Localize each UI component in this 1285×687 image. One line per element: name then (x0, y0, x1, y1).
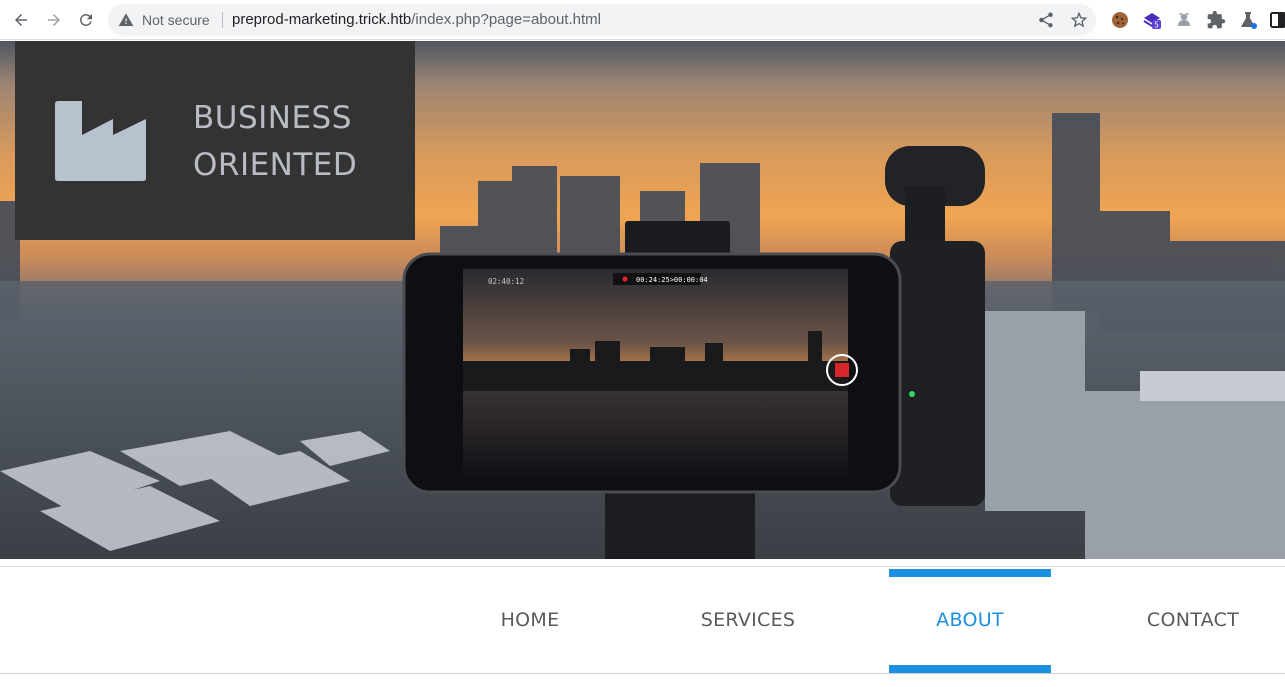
cookie-extension-icon[interactable] (1110, 10, 1130, 30)
extension-badge: 5 (1154, 21, 1159, 30)
sidepanel-icon[interactable] (1268, 10, 1285, 30)
phone-remaining-time: 02:40:12 (488, 277, 524, 286)
omnibox-divider (222, 12, 223, 28)
url-host: preprod-marketing.trick.htb (232, 11, 412, 28)
nav-about-label: ABOUT (936, 609, 1004, 631)
nav-contact-label: CONTACT (1146, 609, 1240, 631)
nav-home-label: HOME (500, 609, 560, 631)
warning-triangle-icon (118, 13, 134, 26)
address-bar[interactable]: Not secure preprod-marketing.trick.htb/i… (108, 4, 1096, 36)
phone-record-timer: 00:24:25>00:00:04 (636, 276, 708, 284)
bookmark-star-icon[interactable] (1069, 10, 1089, 30)
security-status[interactable]: Not secure (142, 11, 210, 29)
wappalyzer-extension-icon[interactable]: 5 (1142, 10, 1162, 30)
url-text[interactable]: preprod-marketing.trick.htb/index.php?pa… (232, 11, 601, 29)
arrow-left-icon (15, 14, 27, 26)
logo-text: BUSINESS ORIENTED (193, 95, 357, 189)
share-icon[interactable] (1037, 11, 1055, 29)
main-navigation: HOME SERVICES ABOUT CONTACT (0, 566, 1285, 674)
nav-contact[interactable]: CONTACT (1120, 567, 1266, 673)
reload-button[interactable] (74, 8, 98, 32)
url-path: /index.php?page=about.html (411, 11, 601, 28)
reload-icon (79, 13, 92, 26)
nav-about[interactable]: ABOUT (889, 567, 1051, 673)
nav-services[interactable]: SERVICES (678, 567, 818, 673)
puzzle-extensions-icon[interactable] (1206, 10, 1226, 30)
forward-button[interactable] (42, 8, 66, 32)
back-button[interactable] (9, 8, 33, 32)
active-indicator-bottom (889, 665, 1051, 673)
factory-icon (55, 101, 146, 181)
flask-labs-icon[interactable] (1238, 10, 1258, 30)
foxyproxy-extension-icon[interactable] (1174, 10, 1194, 30)
logo-line-2: ORIENTED (193, 147, 358, 183)
browser-toolbar: Not secure preprod-marketing.trick.htb/i… (0, 0, 1285, 40)
nav-home[interactable]: HOME (460, 567, 600, 673)
arrow-right-icon (48, 14, 60, 26)
site-logo[interactable]: BUSINESS ORIENTED (15, 41, 415, 240)
logo-line-1: BUSINESS (193, 100, 352, 136)
active-indicator-top (889, 569, 1051, 577)
nav-services-label: SERVICES (700, 609, 796, 631)
